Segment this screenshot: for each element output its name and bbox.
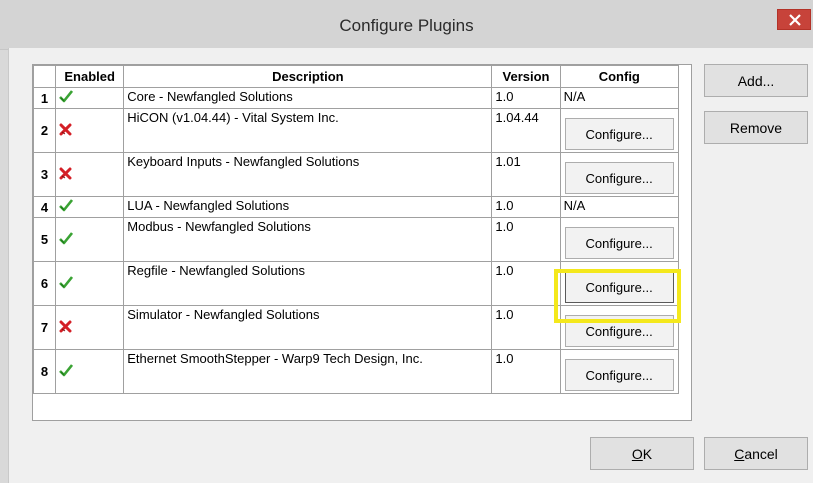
cancel-button[interactable]: Cancel [704, 437, 808, 470]
title-bar[interactable]: Configure Plugins [0, 0, 813, 50]
description-cell: Regfile - Newfangled Solutions [123, 261, 493, 306]
version-cell: 1.0 [491, 305, 561, 350]
description-cell: LUA - Newfangled Solutions [123, 196, 493, 218]
table-row[interactable]: 3 Keyboard Inputs - Newfangled Solutions 1… [33, 152, 680, 197]
config-na-label: N/A [563, 89, 586, 104]
cross-icon[interactable] [59, 167, 72, 180]
enabled-cell[interactable] [55, 196, 125, 218]
cancel-label: ancel [744, 445, 778, 462]
table-row[interactable]: 2 HiCON (v1.04.44) - Vital System Inc. 1.0… [33, 108, 680, 153]
version-cell: 1.01 [491, 152, 561, 197]
config-cell: Configure... [559, 261, 680, 306]
description-cell: Core - Newfangled Solutions [123, 87, 493, 109]
row-number: 5 [33, 217, 57, 262]
row-number: 2 [33, 108, 57, 153]
config-cell: Configure... [559, 217, 680, 262]
description-cell: Keyboard Inputs - Newfangled Solutions [123, 152, 493, 197]
close-button[interactable] [777, 9, 811, 30]
col-header-version[interactable]: Version [491, 65, 561, 88]
configure-button[interactable]: Configure... [564, 271, 674, 303]
remove-button[interactable]: Remove [704, 111, 808, 144]
row-number: 4 [33, 196, 57, 218]
configure-button[interactable]: Configure... [564, 118, 674, 150]
version-cell: 1.0 [491, 196, 561, 218]
enabled-cell[interactable] [55, 152, 125, 197]
enabled-cell[interactable] [55, 87, 125, 109]
col-header-description[interactable]: Description [123, 65, 493, 88]
config-cell: N/A [559, 87, 680, 109]
cross-icon[interactable] [59, 123, 72, 136]
enabled-cell[interactable] [55, 261, 125, 306]
check-icon[interactable] [59, 90, 74, 103]
col-header-config[interactable]: Config [559, 65, 680, 88]
table-row[interactable]: 4 LUA - Newfangled Solutions 1.0 N/A [33, 196, 680, 218]
col-header-num [33, 65, 57, 88]
cross-icon[interactable] [59, 320, 72, 333]
header-row: Enabled Description Version Config [33, 65, 680, 88]
version-cell: 1.0 [491, 87, 561, 109]
enabled-cell[interactable] [55, 108, 125, 153]
config-cell: Configure... [559, 305, 680, 350]
row-number: 1 [33, 87, 57, 109]
table-row[interactable]: 1 Core - Newfangled Solutions 1.0 N/A [33, 87, 680, 109]
enabled-cell[interactable] [55, 217, 125, 262]
configure-plugins-window: Configure Plugins Enabled Description Ve… [0, 0, 813, 483]
config-cell: Configure... [559, 349, 680, 394]
row-number: 8 [33, 349, 57, 394]
configure-button[interactable]: Configure... [564, 315, 674, 347]
description-cell: Modbus - Newfangled Solutions [123, 217, 493, 262]
version-cell: 1.04.44 [491, 108, 561, 153]
table-row[interactable]: 6 Regfile - Newfangled Solutions 1.0 Config… [33, 261, 680, 306]
description-cell: HiCON (v1.04.44) - Vital System Inc. [123, 108, 493, 153]
check-icon[interactable] [59, 363, 74, 377]
enabled-cell[interactable] [55, 305, 125, 350]
configure-button[interactable]: Configure... [564, 227, 674, 259]
config-cell: Configure... [559, 108, 680, 153]
table-row[interactable]: 5 Modbus - Newfangled Solutions 1.0 Configu… [33, 217, 680, 262]
row-number: 6 [33, 261, 57, 306]
version-cell: 1.0 [491, 217, 561, 262]
description-cell: Ethernet SmoothStepper - Warp9 Tech Desi… [123, 349, 493, 394]
table-row[interactable]: 7 Simulator - Newfangled Solutions 1.0 Conf… [33, 305, 680, 350]
check-icon[interactable] [59, 275, 74, 289]
version-cell: 1.0 [491, 261, 561, 306]
plugins-grid[interactable]: Enabled Description Version Config 1 Core… [32, 64, 692, 421]
add-button[interactable]: Add... [704, 64, 808, 97]
table-row[interactable]: 8 Ethernet SmoothStepper - Warp9 Tech Des… [33, 349, 680, 394]
check-icon[interactable] [59, 199, 74, 212]
config-cell: Configure... [559, 152, 680, 197]
col-header-enabled[interactable]: Enabled [55, 65, 125, 88]
ok-label: K [642, 445, 653, 462]
config-cell: N/A [559, 196, 680, 218]
ok-button[interactable]: OK [590, 437, 694, 470]
close-icon [789, 14, 801, 26]
version-cell: 1.0 [491, 349, 561, 394]
configure-button[interactable]: Configure... [564, 359, 674, 391]
configure-button[interactable]: Configure... [564, 162, 674, 194]
ok-mnemonic: O [631, 445, 643, 462]
window-title: Configure Plugins [339, 16, 474, 35]
check-icon[interactable] [59, 231, 74, 245]
cancel-mnemonic: C [734, 445, 745, 462]
plugins-table: Enabled Description Version Config 1 Core… [33, 65, 680, 394]
row-number: 3 [33, 152, 57, 197]
config-na-label: N/A [563, 198, 586, 213]
row-number: 7 [33, 305, 57, 350]
enabled-cell[interactable] [55, 349, 125, 394]
description-cell: Simulator - Newfangled Solutions [123, 305, 493, 350]
